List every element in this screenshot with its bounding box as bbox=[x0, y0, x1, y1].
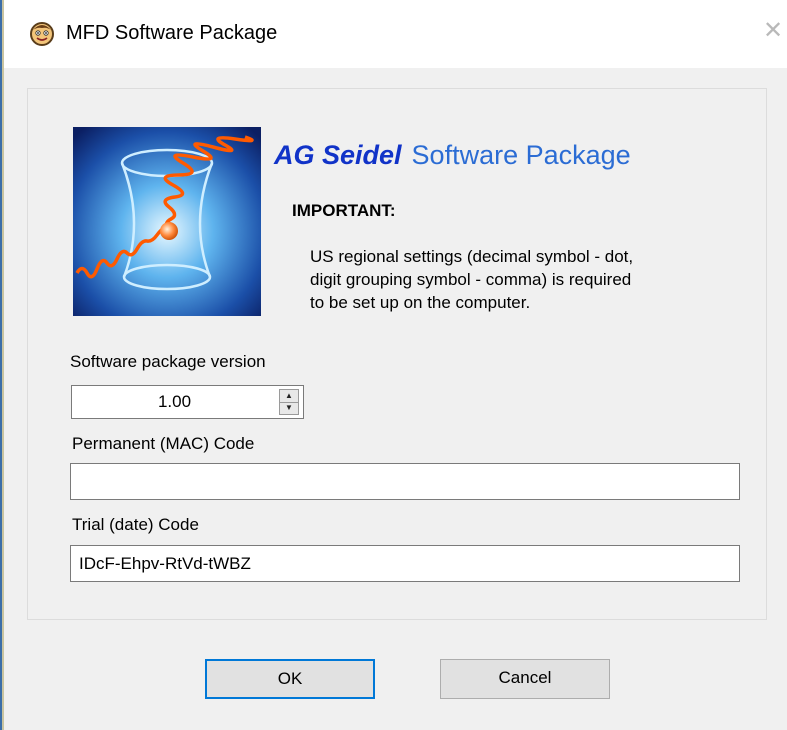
notice-line: US regional settings (decimal symbol - d… bbox=[310, 247, 634, 266]
logo-image bbox=[73, 127, 261, 316]
permanent-code-input[interactable] bbox=[70, 463, 740, 500]
dialog-window: MFD Software Package ✕ AG Seidel Softwar… bbox=[0, 0, 787, 730]
version-label: Software package version bbox=[70, 352, 266, 371]
trial-code-input[interactable] bbox=[70, 545, 740, 582]
app-face-icon bbox=[30, 22, 54, 46]
brand-heading: AG Seidel Software Package bbox=[274, 140, 631, 171]
version-spinbox[interactable]: 1.00 ▲ ▼ bbox=[71, 385, 304, 419]
brand-subtitle: Software Package bbox=[411, 140, 631, 170]
trial-code-label: Trial (date) Code bbox=[72, 515, 199, 534]
version-value[interactable]: 1.00 bbox=[72, 386, 277, 418]
important-heading: IMPORTANT: bbox=[292, 201, 396, 220]
close-icon: ✕ bbox=[762, 17, 784, 44]
regional-settings-notice: US regional settings (decimal symbol - d… bbox=[310, 245, 730, 314]
brand-name: AG Seidel bbox=[274, 140, 402, 170]
ok-button[interactable]: OK bbox=[205, 659, 375, 699]
spin-buttons[interactable]: ▲ ▼ bbox=[279, 389, 299, 415]
window-title: MFD Software Package bbox=[66, 22, 278, 44]
permanent-code-label: Permanent (MAC) Code bbox=[72, 434, 255, 453]
cancel-button[interactable]: Cancel bbox=[440, 659, 610, 699]
window-edge bbox=[2, 0, 4, 730]
close-button[interactable]: ✕ bbox=[759, 16, 787, 46]
notice-line: to be set up on the computer. bbox=[310, 293, 531, 312]
notice-line: digit grouping symbol - comma) is requir… bbox=[310, 270, 632, 289]
spin-down-icon[interactable]: ▼ bbox=[280, 402, 298, 414]
title-bar[interactable]: MFD Software Package ✕ bbox=[4, 0, 787, 68]
